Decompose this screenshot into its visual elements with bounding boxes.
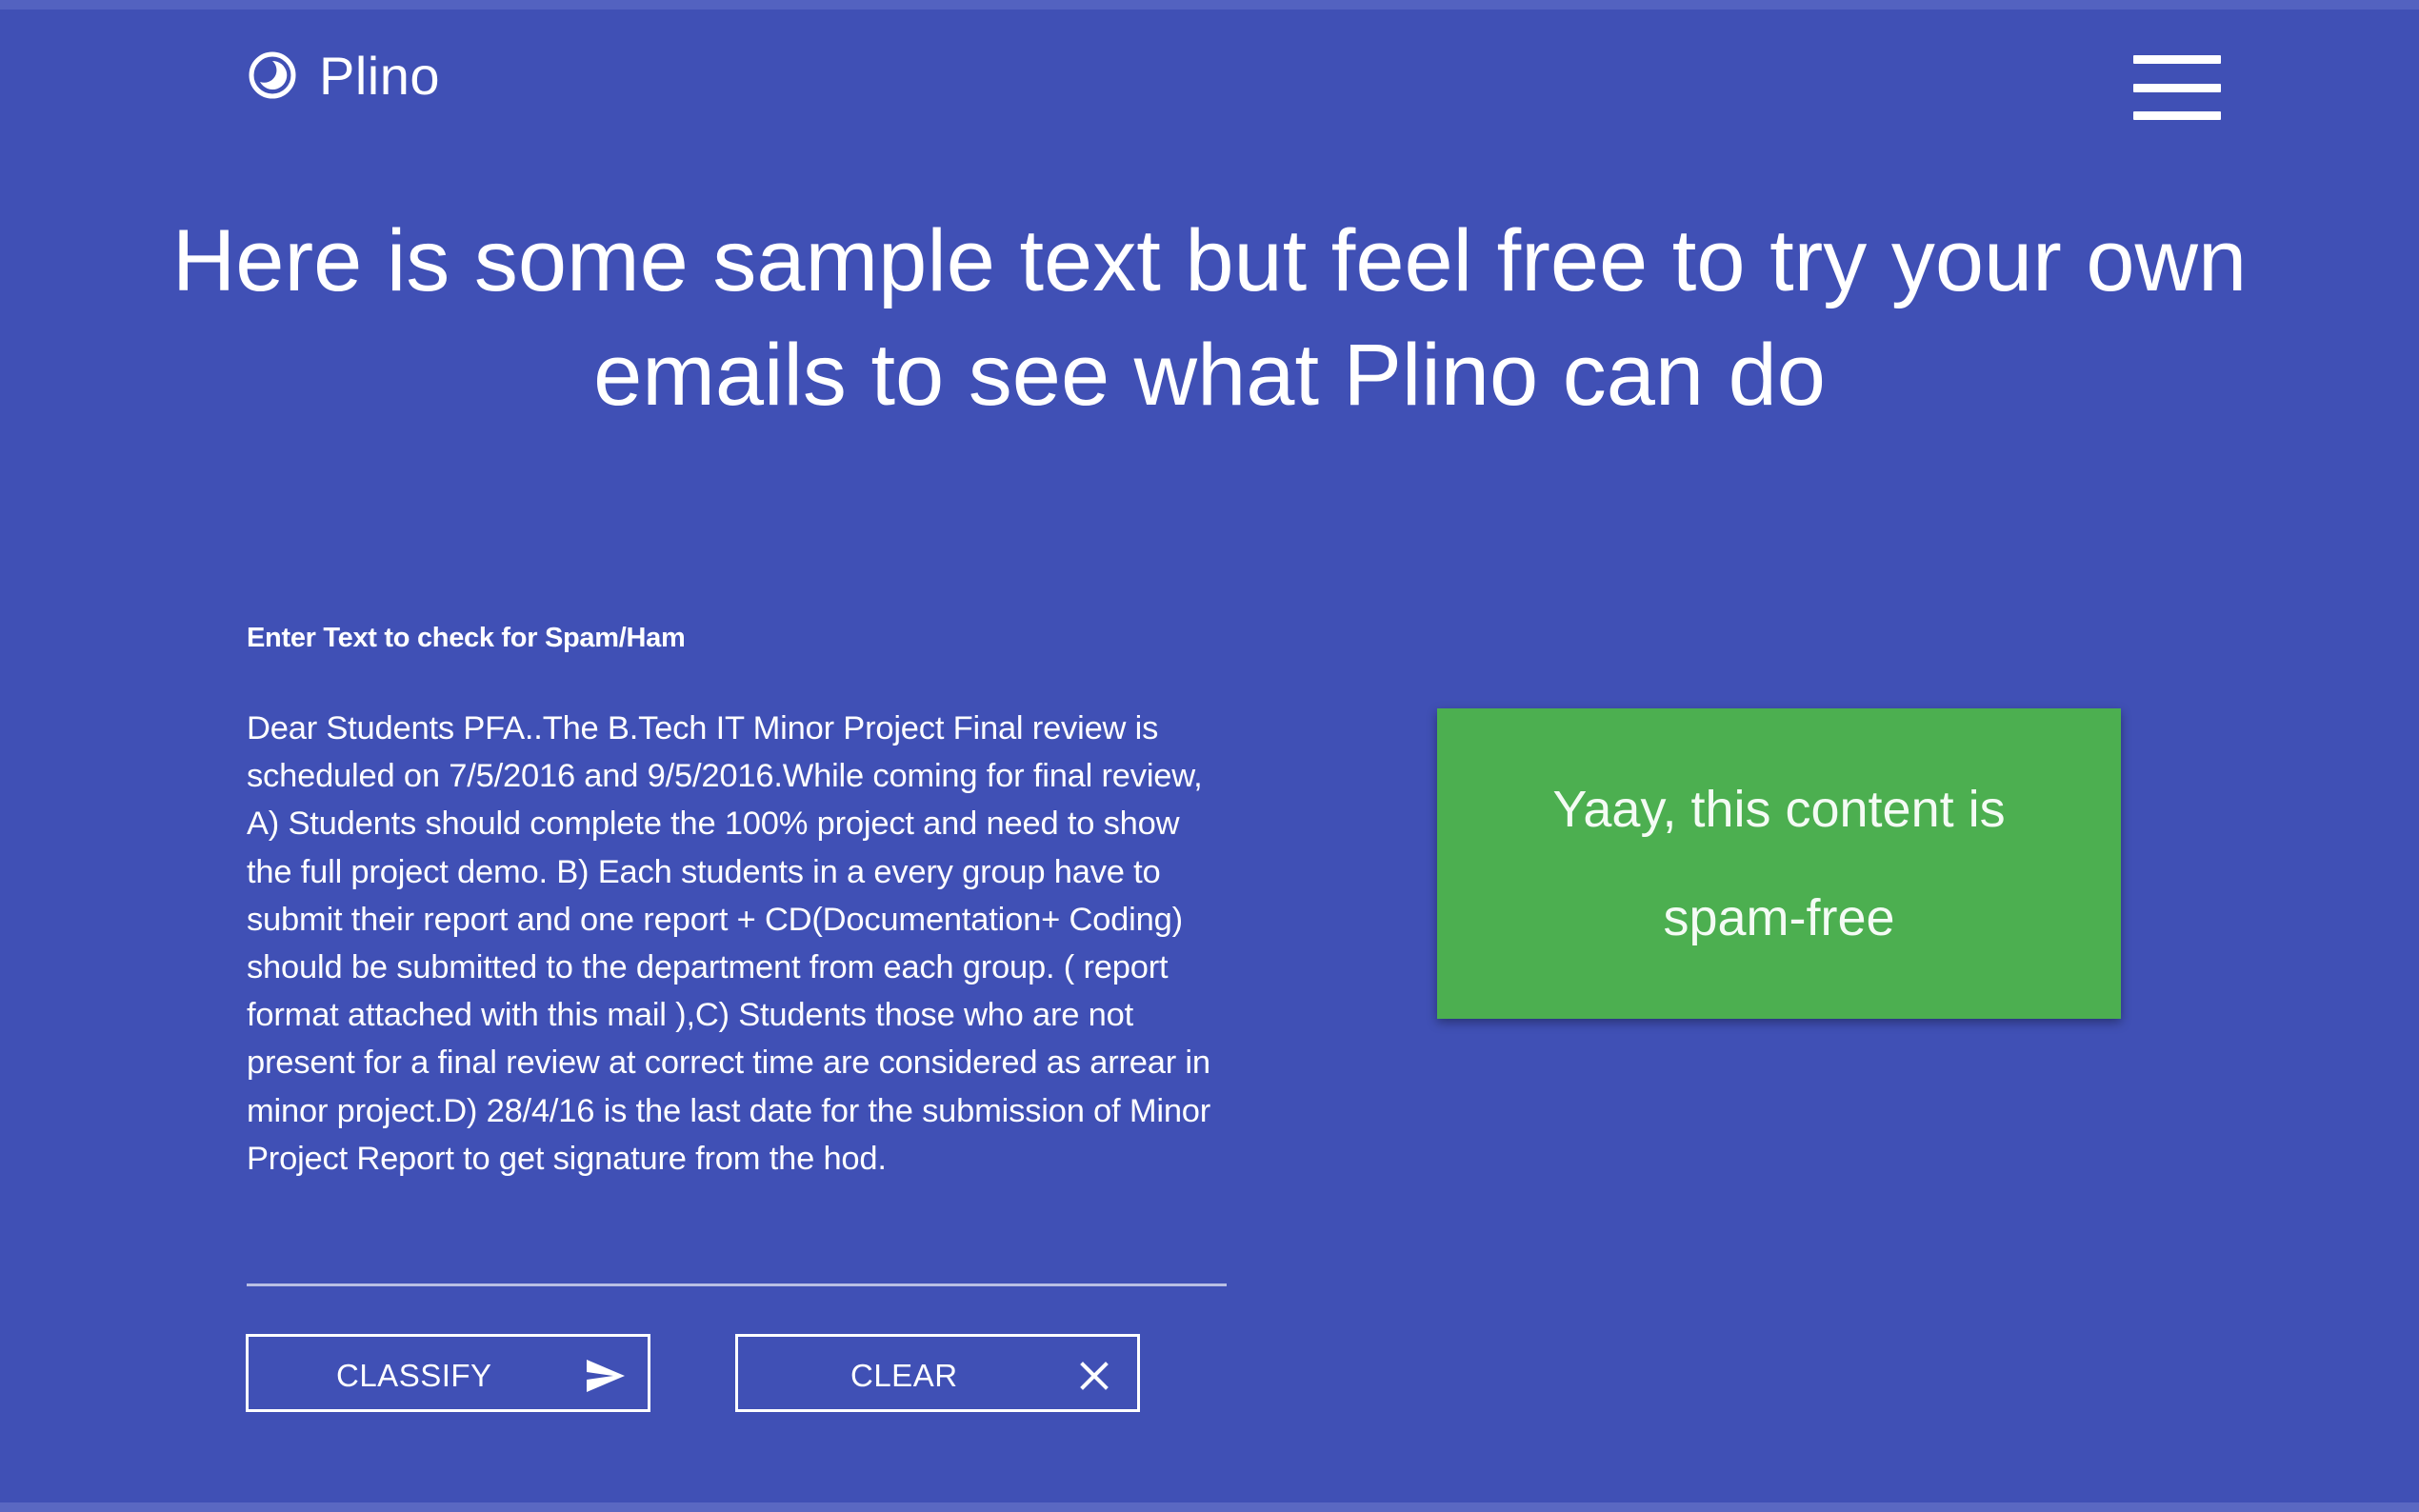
clear-button-label: CLEAR <box>850 1358 958 1393</box>
brand-name: Plino <box>319 45 441 106</box>
result-message: Yaay, this content is spam-free <box>1552 781 2006 946</box>
input-label: Enter Text to check for Spam/Ham <box>247 623 686 653</box>
send-icon <box>587 1360 625 1392</box>
hero-title: Here is some sample text but feel free t… <box>171 212 2248 424</box>
clear-button[interactable]: CLEAR <box>735 1334 1140 1412</box>
half-moon-circle-icon <box>249 51 296 99</box>
brand-logo[interactable]: Plino <box>247 42 440 109</box>
message-textarea[interactable]: Dear Students PFA..The B.Tech IT Minor P… <box>247 705 1228 1183</box>
classify-button-label: CLASSIFY <box>336 1358 492 1393</box>
menu-bar <box>2133 111 2221 120</box>
textarea-underline <box>247 1283 1227 1286</box>
bottom-strip <box>0 1502 2419 1512</box>
hamburger-menu-icon[interactable] <box>2133 55 2225 120</box>
top-strip <box>0 0 2419 10</box>
menu-bar <box>2133 55 2221 64</box>
menu-bar <box>2133 83 2221 92</box>
classify-button[interactable]: CLASSIFY <box>246 1334 650 1412</box>
result-card: Yaay, this content is spam-free <box>1437 708 2121 1019</box>
close-icon <box>1080 1362 1109 1390</box>
